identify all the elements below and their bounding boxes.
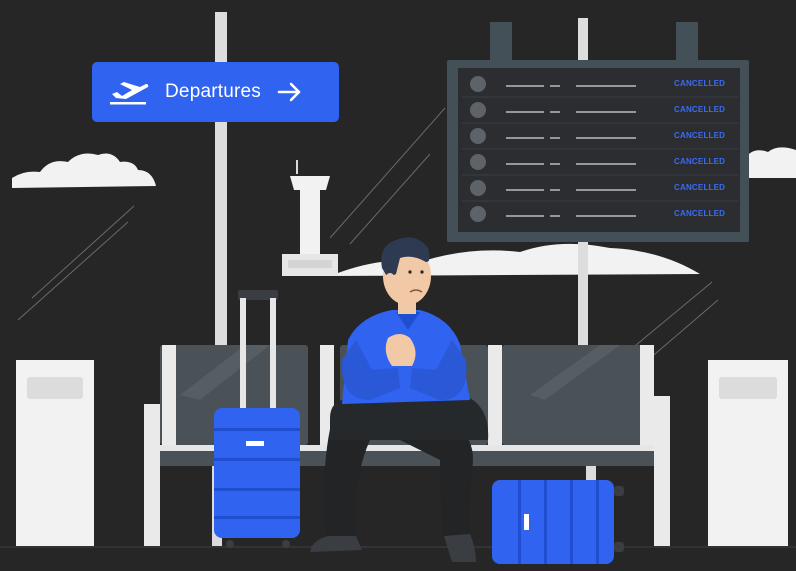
board-status-cancelled: CANCELLED [674, 79, 726, 88]
departures-label: Departures [165, 81, 261, 102]
trash-bin-left [16, 360, 94, 546]
airplane-takeoff-icon [108, 78, 150, 106]
control-tower [282, 160, 338, 276]
trash-bin-right [708, 360, 788, 546]
departures-sign: Departures [92, 62, 339, 122]
arrow-right-icon [277, 81, 303, 103]
board-status-column: CANCELLED CANCELLED CANCELLED CANCELLED … [674, 79, 752, 229]
board-status-cancelled: CANCELLED [674, 131, 726, 140]
airport-waiting-illustration: Departures CANCELLED CANCELLED CANCELLED… [0, 0, 796, 571]
board-status-cancelled: CANCELLED [674, 183, 726, 192]
board-status-cancelled: CANCELLED [674, 105, 726, 114]
man [310, 237, 489, 562]
board-status-cancelled: CANCELLED [674, 209, 726, 218]
suitcase-lying [492, 480, 624, 564]
board-status-cancelled: CANCELLED [674, 157, 726, 166]
cloud-left [12, 153, 156, 188]
